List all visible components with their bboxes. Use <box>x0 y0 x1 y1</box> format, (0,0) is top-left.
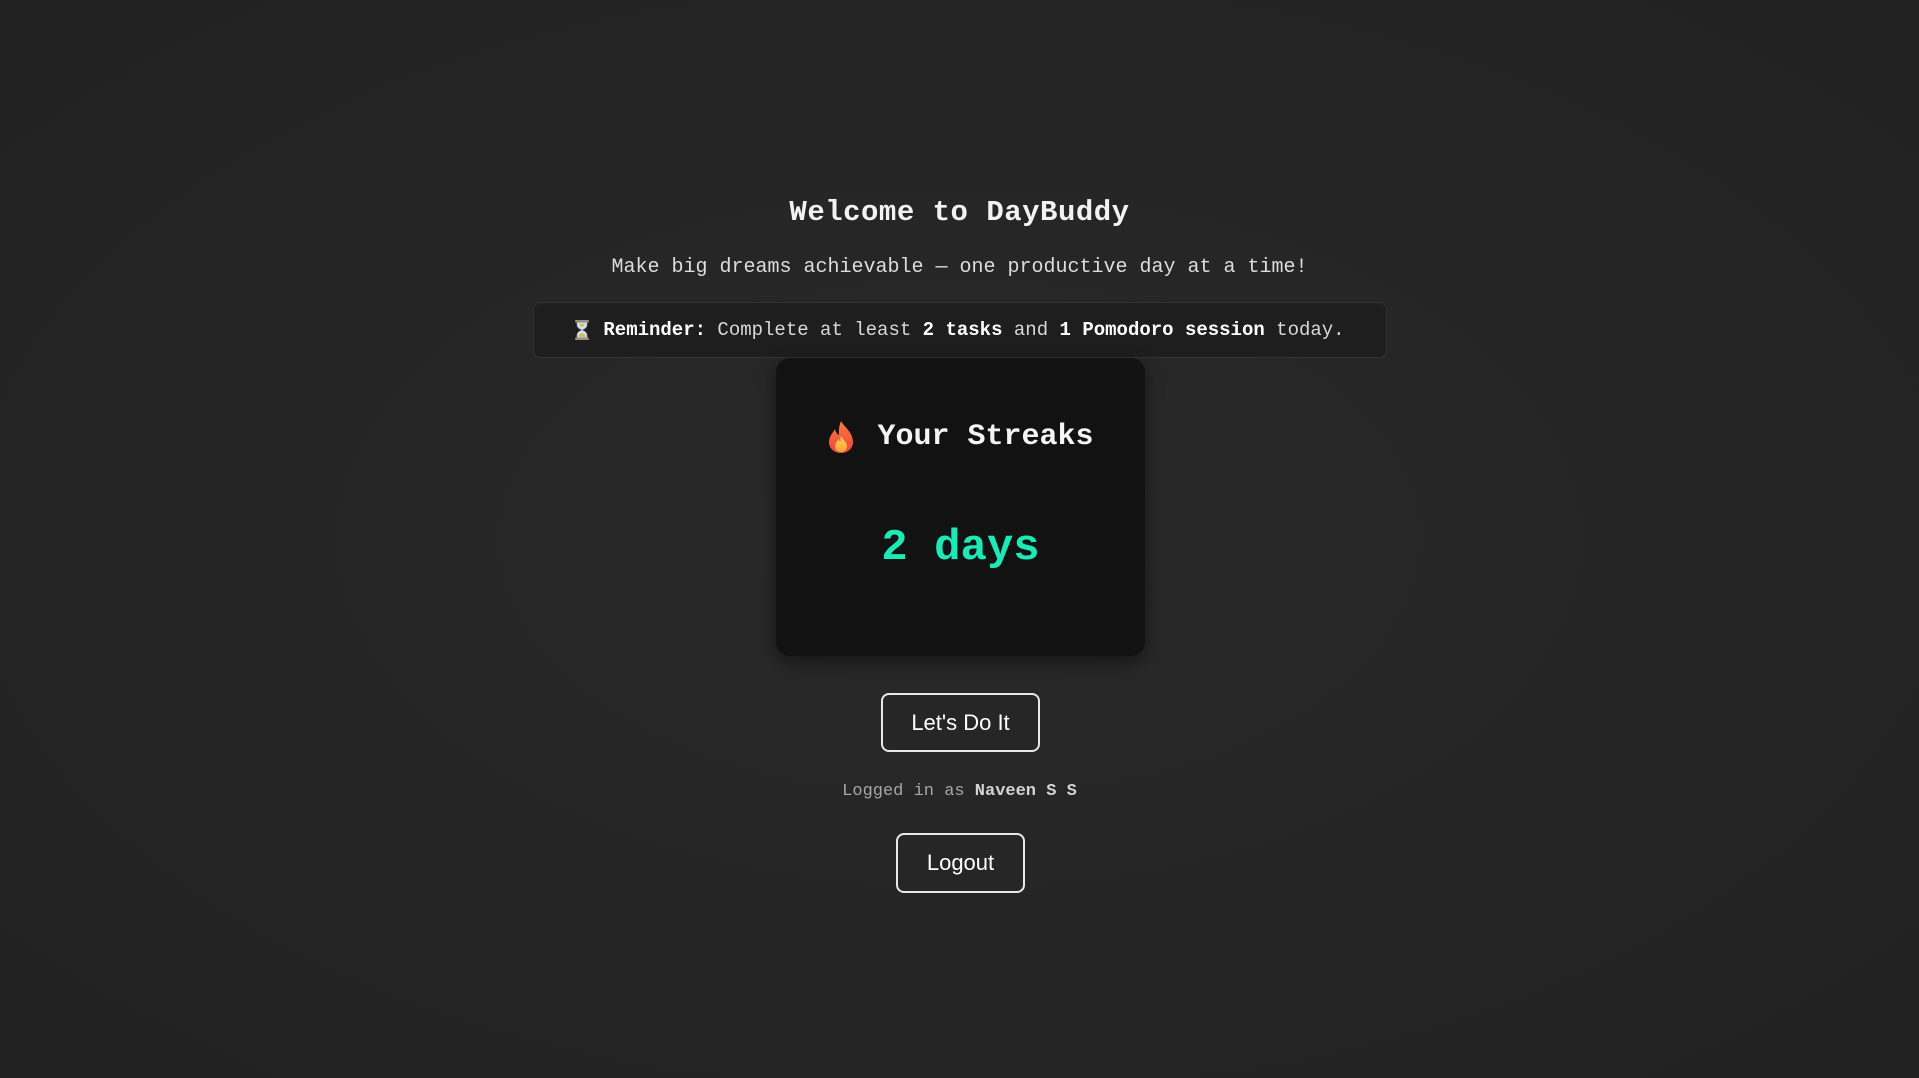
lets-do-it-button[interactable]: Let's Do It <box>881 693 1040 752</box>
logged-in-prefix: Logged in as <box>842 782 965 801</box>
reminder-text-2: and <box>1013 319 1049 341</box>
reminder-label: Reminder: <box>603 319 707 341</box>
streak-header: Your Streaks <box>776 420 1145 454</box>
streak-card: Your Streaks 2 days <box>776 358 1145 656</box>
reminder-banner: Reminder: Complete at least 2 tasks and … <box>533 302 1387 358</box>
reminder-text-3: today. <box>1276 319 1345 341</box>
tagline: Make big dreams achievable — one product… <box>611 256 1308 279</box>
hourglass-icon <box>575 320 590 340</box>
page-title: Welcome to DayBuddy <box>789 196 1130 229</box>
streak-count: 2 days <box>881 523 1040 573</box>
logout-button[interactable]: Logout <box>896 833 1025 893</box>
flame-icon <box>829 421 854 453</box>
logged-in-status: Logged in as Naveen S S <box>0 782 1919 801</box>
reminder-tasks: 2 tasks <box>922 319 1003 341</box>
landing-page: Welcome to DayBuddy Make big dreams achi… <box>0 0 1919 1078</box>
username: Naveen S S <box>974 782 1077 801</box>
reminder-pomodoro: 1 Pomodoro session <box>1059 319 1265 341</box>
streak-title: Your Streaks <box>877 420 1094 454</box>
reminder-text-1: Complete at least <box>717 319 912 341</box>
